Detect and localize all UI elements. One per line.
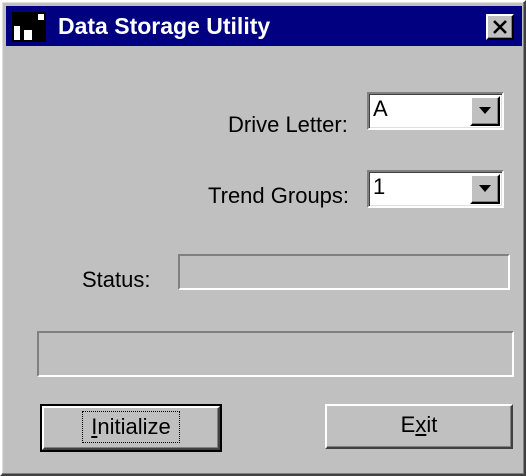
app-icon [12,12,46,42]
drive-letter-value: A [373,96,388,121]
status-field [178,254,510,290]
initialize-button[interactable]: Initialize [40,404,222,452]
title-bar[interactable]: Data Storage Utility [6,6,522,46]
trend-groups-value: 1 [373,174,386,199]
exit-button[interactable]: Exit [325,404,513,449]
trend-groups-dropdown-button[interactable] [470,174,500,204]
initialize-button-label: Initialize [82,411,180,443]
dialog-window: Data Storage Utility Drive Letter: A Tre… [0,0,526,476]
drive-letter-label: Drive Letter: [228,112,348,137]
drive-letter-select[interactable]: A [367,92,504,130]
status-label: Status: [82,267,151,292]
close-button[interactable] [486,14,514,40]
trend-groups-select[interactable]: 1 [367,170,504,208]
exit-button-label: Exit [400,412,438,437]
trend-groups-label: Trend Groups: [208,183,350,208]
window-title: Data Storage Utility [58,13,271,39]
drive-letter-dropdown-button[interactable] [470,96,500,126]
progress-bar [37,331,514,377]
